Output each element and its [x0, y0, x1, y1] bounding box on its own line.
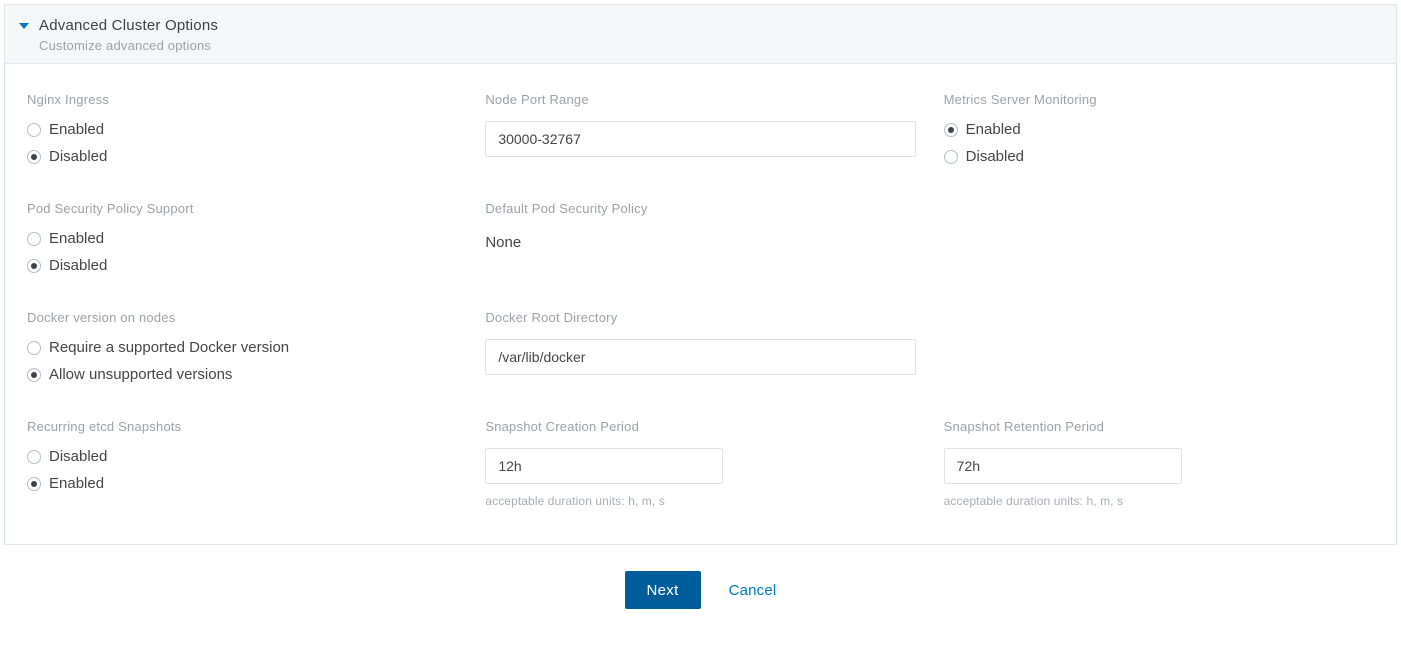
radio-icon: [27, 150, 41, 164]
advanced-cluster-options-panel: Advanced Cluster Options Customize advan…: [4, 4, 1397, 545]
docker-root-label: Docker Root Directory: [485, 310, 915, 325]
panel-subtitle: Customize advanced options: [39, 38, 218, 53]
radio-label: Disabled: [966, 148, 1024, 165]
footer-actions: Next Cancel: [0, 549, 1401, 631]
metrics-server-radio-group: Enabled Disabled: [944, 121, 1374, 165]
radio-icon: [944, 123, 958, 137]
cancel-button[interactable]: Cancel: [729, 582, 777, 599]
pod-security-support-label: Pod Security Policy Support: [27, 201, 457, 216]
node-port-range-label: Node Port Range: [485, 92, 915, 107]
radio-label: Enabled: [49, 121, 104, 138]
snapshot-creation-label: Snapshot Creation Period: [485, 419, 915, 434]
radio-label: Disabled: [49, 148, 107, 165]
radio-icon: [27, 450, 41, 464]
radio-icon: [27, 232, 41, 246]
default-pod-security-label: Default Pod Security Policy: [485, 201, 915, 216]
radio-icon: [27, 341, 41, 355]
snapshot-retention-input[interactable]: [944, 448, 1182, 484]
panel-header: Advanced Cluster Options Customize advan…: [5, 5, 1396, 64]
snapshot-retention-label: Snapshot Retention Period: [944, 419, 1374, 434]
radio-label: Disabled: [49, 257, 107, 274]
disclosure-triangle-icon[interactable]: [19, 23, 29, 29]
panel-body: Nginx Ingress Enabled Disabled Node Port…: [5, 64, 1396, 544]
snapshot-creation-help: acceptable duration units: h, m, s: [485, 494, 915, 508]
radio-icon: [27, 477, 41, 491]
etcd-snapshots-radio-group: Disabled Enabled: [27, 448, 457, 492]
etcd-snapshots-disabled-radio[interactable]: Disabled: [27, 448, 457, 465]
metrics-server-enabled-radio[interactable]: Enabled: [944, 121, 1374, 138]
radio-icon: [27, 368, 41, 382]
radio-icon: [27, 123, 41, 137]
etcd-snapshots-label: Recurring etcd Snapshots: [27, 419, 457, 434]
etcd-snapshots-enabled-radio[interactable]: Enabled: [27, 475, 457, 492]
docker-version-allow-radio[interactable]: Allow unsupported versions: [27, 366, 457, 383]
panel-title: Advanced Cluster Options: [39, 17, 218, 34]
nginx-ingress-radio-group: Enabled Disabled: [27, 121, 457, 165]
docker-version-require-radio[interactable]: Require a supported Docker version: [27, 339, 457, 356]
pod-security-disabled-radio[interactable]: Disabled: [27, 257, 457, 274]
docker-root-input[interactable]: [485, 339, 915, 375]
radio-icon: [944, 150, 958, 164]
docker-version-label: Docker version on nodes: [27, 310, 457, 325]
metrics-server-label: Metrics Server Monitoring: [944, 92, 1374, 107]
docker-version-radio-group: Require a supported Docker version Allow…: [27, 339, 457, 383]
metrics-server-disabled-radio[interactable]: Disabled: [944, 148, 1374, 165]
snapshot-retention-help: acceptable duration units: h, m, s: [944, 494, 1374, 508]
radio-icon: [27, 259, 41, 273]
radio-label: Disabled: [49, 448, 107, 465]
radio-label: Enabled: [966, 121, 1021, 138]
snapshot-creation-input[interactable]: [485, 448, 723, 484]
radio-label: Enabled: [49, 230, 104, 247]
radio-label: Allow unsupported versions: [49, 366, 232, 383]
next-button[interactable]: Next: [625, 571, 701, 609]
pod-security-enabled-radio[interactable]: Enabled: [27, 230, 457, 247]
node-port-range-input[interactable]: [485, 121, 915, 157]
radio-label: Require a supported Docker version: [49, 339, 289, 356]
radio-label: Enabled: [49, 475, 104, 492]
nginx-ingress-enabled-radio[interactable]: Enabled: [27, 121, 457, 138]
default-pod-security-value: None: [485, 230, 915, 251]
nginx-ingress-disabled-radio[interactable]: Disabled: [27, 148, 457, 165]
nginx-ingress-label: Nginx Ingress: [27, 92, 457, 107]
pod-security-support-radio-group: Enabled Disabled: [27, 230, 457, 274]
